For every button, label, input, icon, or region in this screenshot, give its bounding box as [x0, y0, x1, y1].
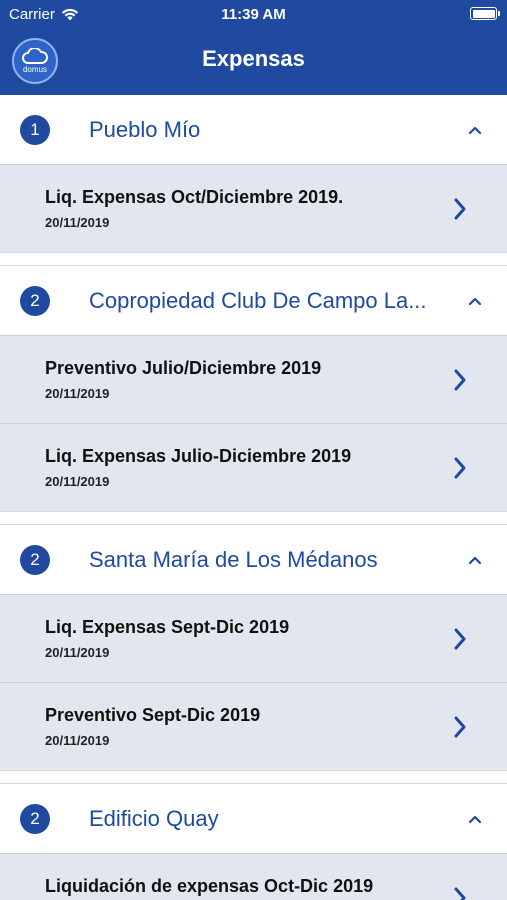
item-title: Preventivo Sept-Dic 2019: [45, 705, 261, 725]
chevron-right-icon[interactable]: [451, 455, 469, 481]
item-title: Preventivo Julio/Diciembre 2019: [45, 358, 322, 378]
chevron-up-icon[interactable]: [465, 120, 485, 140]
expensas-list[interactable]: 1 Pueblo Mío Liq. Expensas Oct/Diciembre…: [0, 95, 507, 900]
list-item[interactable]: Liq. Expensas Oct/Diciembre 2019. 20/11/…: [0, 164, 507, 252]
chevron-right-icon[interactable]: [451, 885, 469, 900]
count-badge: 1: [20, 115, 50, 145]
list-item[interactable]: Liquidación de expensas Oct-Dic 2019: [0, 853, 507, 900]
group-section: 2 Edificio Quay Liquidación de expensas …: [0, 783, 507, 900]
chevron-right-icon[interactable]: [451, 367, 469, 393]
page-title: Expensas: [202, 46, 305, 71]
chevron-up-icon[interactable]: [465, 550, 485, 570]
chevron-up-icon[interactable]: [465, 809, 485, 829]
chevron-up-icon[interactable]: [465, 291, 485, 311]
group-section: 1 Pueblo Mío Liq. Expensas Oct/Diciembre…: [0, 95, 507, 253]
item-title: Liq. Expensas Sept-Dic 2019: [45, 617, 290, 637]
item-date: 20/11/2019: [45, 386, 110, 401]
group-name: Edificio Quay: [89, 806, 219, 831]
chevron-right-icon[interactable]: [451, 196, 469, 222]
count-badge: 2: [20, 545, 50, 575]
list-item[interactable]: Liq. Expensas Julio-Diciembre 2019 20/11…: [0, 423, 507, 511]
item-date: 20/11/2019: [45, 474, 110, 489]
chevron-right-icon[interactable]: [451, 714, 469, 740]
item-title: Liquidación de expensas Oct-Dic 2019: [45, 876, 374, 896]
status-bar: Carrier 11:39 AM: [0, 0, 507, 28]
count-badge: 2: [20, 804, 50, 834]
group-name: Pueblo Mío: [89, 117, 201, 142]
group-name: Copropiedad Club De Campo La...: [89, 288, 427, 313]
group-name: Santa María de Los Médanos: [89, 547, 378, 572]
group-header[interactable]: 2 Edificio Quay: [0, 784, 507, 853]
list-item[interactable]: Liq. Expensas Sept-Dic 2019 20/11/2019: [0, 594, 507, 682]
group-header[interactable]: 1 Pueblo Mío: [0, 95, 507, 164]
group-header[interactable]: 2 Santa María de Los Médanos: [0, 525, 507, 594]
group-header[interactable]: 2 Copropiedad Club De Campo La...: [0, 266, 507, 335]
group-section: 2 Copropiedad Club De Campo La... Preven…: [0, 265, 507, 512]
status-time: 11:39 AM: [221, 6, 286, 23]
item-date: 20/11/2019: [45, 645, 110, 660]
count-badge: 2: [20, 286, 50, 316]
battery-icon: [470, 7, 500, 20]
item-date: 20/11/2019: [45, 733, 110, 748]
item-date: 20/11/2019: [45, 215, 110, 230]
chevron-right-icon[interactable]: [451, 626, 469, 652]
group-section: 2 Santa María de Los Médanos Liq. Expens…: [0, 524, 507, 771]
list-item[interactable]: Preventivo Sept-Dic 2019 20/11/2019: [0, 682, 507, 770]
item-title: Liq. Expensas Oct/Diciembre 2019.: [45, 187, 344, 207]
item-title: Liq. Expensas Julio-Diciembre 2019: [45, 446, 352, 466]
list-item[interactable]: Preventivo Julio/Diciembre 2019 20/11/20…: [0, 335, 507, 423]
navigation-bar: Carrier 11:39 AM domus Expensas: [0, 0, 507, 95]
